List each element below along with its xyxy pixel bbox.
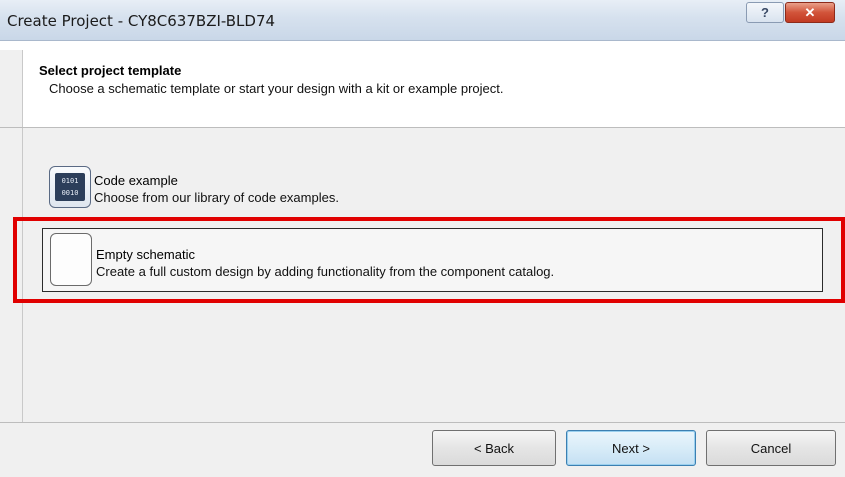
blank-schematic-icon (50, 233, 92, 286)
help-icon: ? (761, 5, 769, 20)
page-title: Select project template (39, 63, 182, 78)
option-description: Create a full custom design by adding fu… (96, 264, 555, 279)
binary-line-2: 0010 (61, 189, 79, 197)
option-title: Empty schematic (96, 247, 195, 262)
window-title: Create Project - CY8C637BZI-BLD74 (7, 12, 276, 30)
back-button[interactable]: < Back (432, 430, 556, 466)
close-button[interactable]: ✕ (785, 2, 835, 23)
binary-code-icon: 0101 0010 (49, 166, 91, 208)
help-button[interactable]: ? (746, 2, 784, 23)
title-bar: Create Project - CY8C637BZI-BLD74 ? ✕ (0, 0, 845, 41)
close-icon: ✕ (804, 4, 816, 20)
cancel-button[interactable]: Cancel (706, 430, 836, 466)
page-subtitle: Choose a schematic template or start you… (49, 81, 504, 96)
option-title: Code example (94, 173, 178, 188)
option-description: Choose from our library of code examples… (94, 190, 339, 205)
left-margin (0, 50, 22, 477)
wizard-header: Select project template Choose a schemat… (22, 50, 845, 127)
binary-line-1: 0101 (61, 177, 79, 185)
option-code-example[interactable] (48, 163, 748, 213)
next-button[interactable]: Next > (566, 430, 696, 466)
